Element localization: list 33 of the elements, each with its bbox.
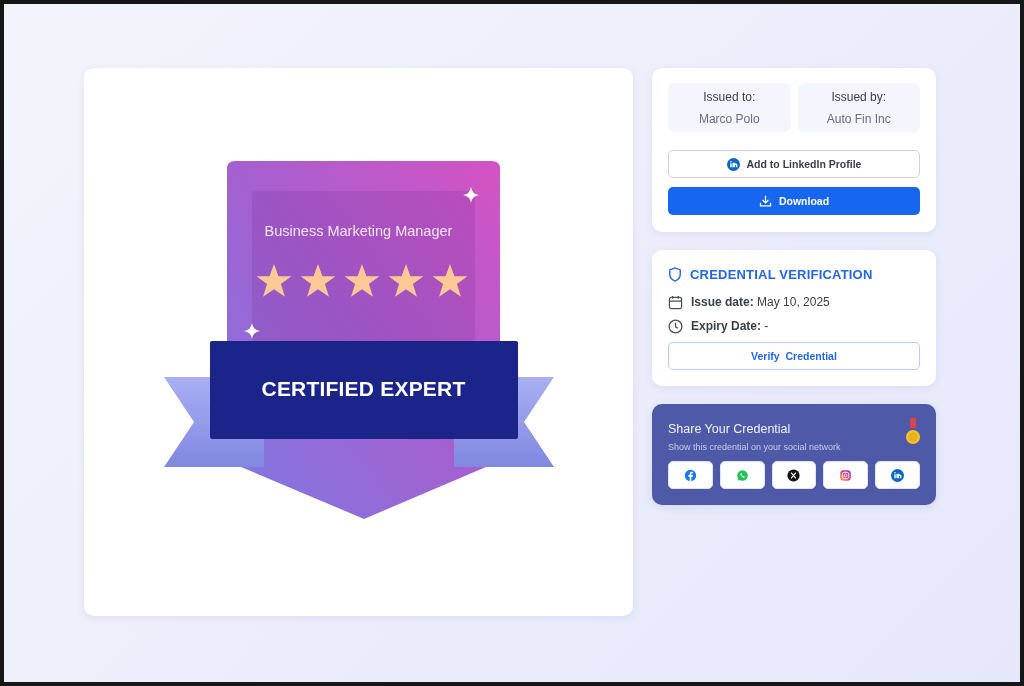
whatsapp-icon <box>735 468 749 482</box>
star-icon <box>343 264 380 298</box>
star-icon <box>255 264 292 298</box>
share-button[interactable] <box>719 461 765 489</box>
badge-title: Business Marketing Manager <box>263 223 454 239</box>
badge-label: CERTIFIED EXPERT <box>260 377 467 401</box>
medal-icon <box>906 418 920 446</box>
star-icon <box>299 264 336 298</box>
verify-button[interactable]: Verify Credential <box>668 342 920 370</box>
calendar-icon <box>668 294 683 310</box>
download-icon <box>758 194 772 208</box>
share-button[interactable] <box>771 461 817 489</box>
section-title: CREDENTIAL VERIFICATION <box>690 267 873 282</box>
share-button[interactable] <box>823 461 869 489</box>
linkedin-button[interactable]: Add to LinkedIn Profile <box>668 150 920 178</box>
star-icon <box>431 264 468 298</box>
share-title: Share Your Credential <box>668 422 792 436</box>
instagram-icon <box>839 468 853 482</box>
shield-icon <box>668 267 682 282</box>
clock-icon <box>668 318 683 334</box>
share-subtitle: Show this credential on your social network <box>668 442 842 452</box>
info-label: Issued to: <box>703 89 756 104</box>
star-icon <box>387 264 424 298</box>
info-label: Issued by: <box>831 89 887 104</box>
download-button[interactable]: Download <box>668 187 920 215</box>
facebook-icon <box>683 468 697 482</box>
issue-date-text: Issue date: May 10, 2025 <box>691 295 830 309</box>
linkedin-icon <box>726 157 740 171</box>
linkedin-icon <box>891 468 905 482</box>
expiry-date-text: Expiry Date: - <box>691 319 769 333</box>
info-value: Marco Polo <box>698 111 760 126</box>
info-value: Auto Fin Inc <box>826 111 891 126</box>
x-logo-icon <box>787 468 801 482</box>
